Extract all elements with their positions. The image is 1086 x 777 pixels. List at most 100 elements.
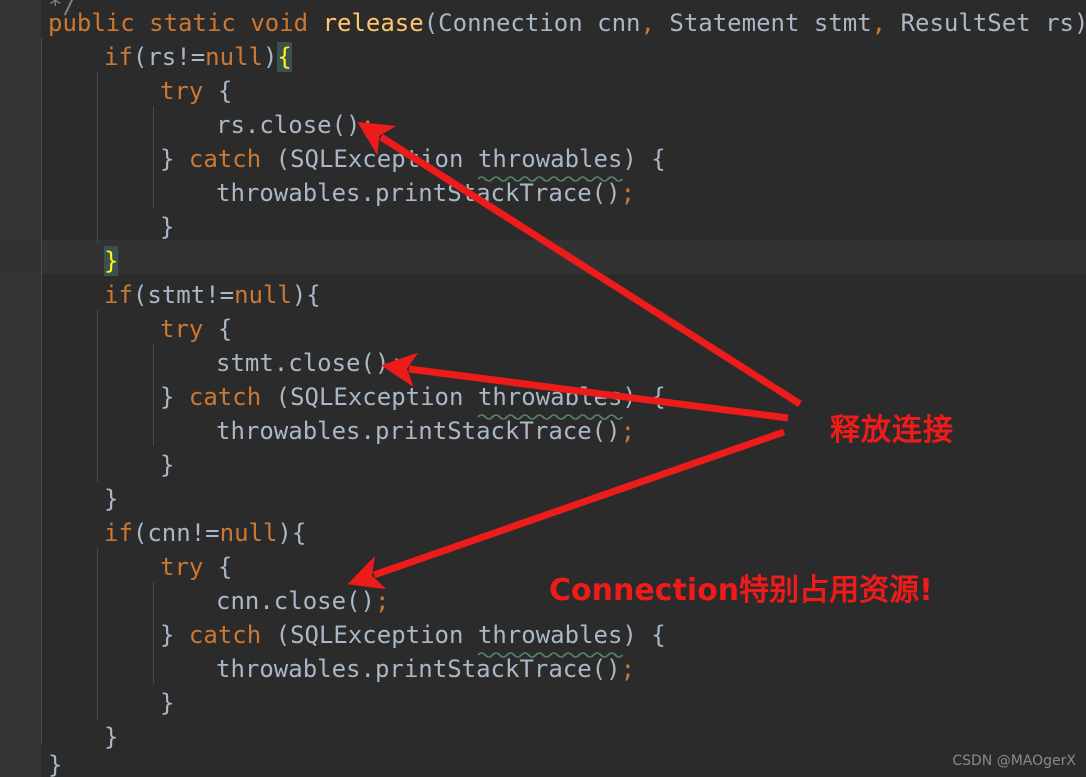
code-token-paren: (: [275, 383, 291, 411]
code-token-paren-close: ): [262, 43, 278, 71]
code-token-brace: }: [160, 145, 175, 173]
code-token-brace: }: [48, 751, 63, 777]
code-line-14[interactable]: }: [160, 448, 174, 482]
code-line-7[interactable]: }: [160, 210, 174, 244]
code-token-call-printstacktrace: throwables.printStackTrace(): [216, 655, 621, 683]
code-token-neq: !=: [205, 281, 235, 309]
code-token-catch-tail: ) {: [622, 383, 666, 411]
code-line-15[interactable]: }: [104, 482, 118, 516]
csdn-watermark: CSDN @MAOgerX: [952, 753, 1076, 769]
code-token-keyword-try: try: [160, 77, 204, 105]
code-token-keyword-catch: catch: [188, 621, 262, 649]
code-token-paren: (: [423, 9, 439, 37]
code-line-17[interactable]: try {: [160, 550, 232, 584]
code-token-method-release: release: [322, 9, 424, 37]
code-token-var-throwables: throwables: [477, 142, 624, 182]
code-token-if-tail: ){: [291, 281, 321, 309]
code-line-13[interactable]: throwables.printStackTrace();: [216, 414, 635, 448]
code-token-paren: (: [275, 621, 291, 649]
code-token-brace: }: [160, 213, 175, 241]
code-token-brace: {: [217, 553, 233, 581]
code-token-call-rs-close: rs.close(): [216, 111, 361, 139]
code-line-5[interactable]: } catch (SQLException throwables) {: [160, 142, 666, 182]
code-token-keyword-null: null: [219, 519, 278, 547]
code-line-8[interactable]: }: [104, 244, 119, 278]
code-line-6[interactable]: throwables.printStackTrace();: [216, 176, 635, 210]
code-line-21[interactable]: }: [160, 686, 174, 720]
code-editor[interactable]: */ public static void release(Connection…: [0, 0, 1086, 777]
code-token-keyword-if: if: [104, 519, 133, 547]
code-token-type-statement: Statement stmt: [654, 9, 872, 37]
annotation-connection-resource: Connection特别占用资源!: [549, 573, 933, 608]
code-token-matched-close-brace: }: [104, 246, 119, 276]
code-token-comma2: ,: [871, 9, 887, 37]
code-token-keyword-public: public: [48, 9, 135, 37]
code-line-11[interactable]: stmt.close();: [216, 346, 404, 380]
code-token-catch-tail: ) {: [622, 621, 666, 649]
code-token-keyword-static: static: [149, 9, 236, 37]
code-token-comma: ,: [640, 9, 655, 37]
code-line-22[interactable]: }: [104, 720, 118, 754]
code-line-20[interactable]: throwables.printStackTrace();: [216, 652, 635, 686]
code-line-1[interactable]: public static void release(Connection cn…: [48, 6, 1086, 40]
code-token-type-resultset: ResultSet rs: [886, 9, 1074, 37]
code-line-4[interactable]: rs.close();: [216, 108, 375, 142]
code-token-keyword-void: void: [250, 9, 309, 37]
code-token-keyword-try: try: [160, 315, 204, 343]
code-token-keyword-null: null: [205, 43, 263, 71]
code-token-paren: (: [132, 43, 148, 71]
code-token-keyword-catch: catch: [188, 145, 262, 173]
code-token-type-sqlexception: SQLException: [290, 383, 478, 411]
code-token-var-stmt: stmt: [147, 281, 206, 309]
code-token-if-tail: ){: [277, 519, 307, 547]
code-token-brace: }: [160, 621, 175, 649]
code-token-type-sqlexception: SQLException: [290, 621, 478, 649]
code-line-23[interactable]: }: [48, 748, 62, 777]
annotation-release-connection: 释放连接: [830, 413, 954, 448]
code-token-paren: (: [132, 519, 148, 547]
code-token-throwables-text: throwables: [477, 383, 623, 411]
code-token-keyword-try: try: [160, 553, 204, 581]
code-token-call-printstacktrace: throwables.printStackTrace(): [216, 179, 621, 207]
code-token-type-connection: Connection cnn: [438, 9, 641, 37]
code-token-var-cnn: cnn: [147, 519, 191, 547]
code-line-3[interactable]: try {: [160, 74, 232, 108]
code-line-9[interactable]: if(stmt!=null){: [104, 278, 321, 312]
code-line-18[interactable]: cnn.close();: [216, 584, 389, 618]
code-token-call-stmt-close: stmt.close(): [216, 349, 390, 377]
code-line-10[interactable]: try {: [160, 312, 232, 346]
code-token-call-printstacktrace: throwables.printStackTrace(): [216, 417, 621, 445]
code-token-semicolon: ;: [620, 417, 636, 445]
code-token-var-throwables: throwables: [477, 618, 624, 658]
code-token-semicolon: ;: [620, 179, 636, 207]
code-token-var-rs: rs: [147, 43, 177, 71]
code-line-12[interactable]: } catch (SQLException throwables) {: [160, 380, 666, 420]
code-token-throwables-text: throwables: [477, 621, 623, 649]
code-token-semicolon: ;: [374, 587, 390, 615]
code-token-brace: }: [104, 485, 119, 513]
code-text-area[interactable]: */ public static void release(Connection…: [0, 0, 1086, 777]
code-line-19[interactable]: } catch (SQLException throwables) {: [160, 618, 666, 658]
code-token-keyword-if: if: [104, 281, 133, 309]
code-token-signature-tail: ){: [1074, 9, 1086, 37]
code-token-catch-tail: ) {: [622, 145, 666, 173]
code-token-matched-open-brace: {: [277, 42, 292, 72]
code-line-2[interactable]: if(rs!=null){: [104, 40, 292, 74]
code-token-keyword-null: null: [234, 281, 292, 309]
code-token-keyword-if: if: [104, 43, 133, 71]
code-token-paren: (: [275, 145, 291, 173]
code-token-var-throwables: throwables: [477, 380, 624, 420]
code-token-brace: }: [160, 689, 175, 717]
code-token-semicolon: ;: [360, 111, 375, 139]
code-token-neq: !=: [190, 519, 220, 547]
code-token-paren: (: [132, 281, 148, 309]
code-token-brace: {: [217, 315, 233, 343]
code-token-keyword-catch: catch: [188, 383, 262, 411]
code-line-16[interactable]: if(cnn!=null){: [104, 516, 306, 550]
code-token-semicolon: ;: [620, 655, 636, 683]
code-token-call-cnn-close: cnn.close(): [216, 587, 375, 615]
code-token-type-sqlexception: SQLException: [290, 145, 478, 173]
code-token-brace: {: [217, 77, 233, 105]
code-token-neq: !=: [176, 43, 206, 71]
code-token-brace: }: [104, 723, 119, 751]
